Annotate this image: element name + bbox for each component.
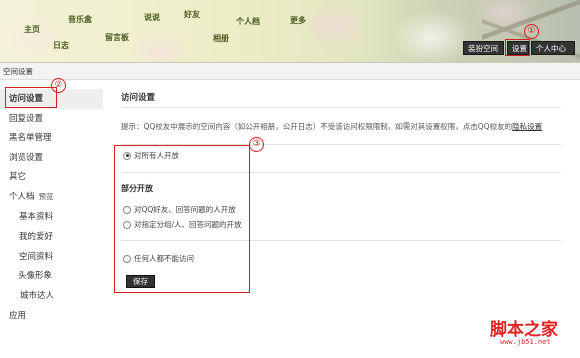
watermark-url: www.jb51.net	[500, 338, 551, 346]
nav-blog[interactable]: 日志	[53, 40, 69, 51]
annotation-box-access-settings	[5, 87, 57, 108]
sidebar-item-basic-info[interactable]: 基本资料	[0, 207, 103, 227]
sidebar-item-apps[interactable]: 应用	[0, 306, 103, 326]
nav-message-board[interactable]: 留言板	[105, 32, 129, 43]
privacy-hint-text: 提示：QQ校友中展示的空间内容（如公开相册，公开日志）不受该访问权限限制，如需对…	[121, 122, 513, 131]
profile-preview-link[interactable]: 预览	[39, 192, 54, 201]
blossom-decoration	[392, 10, 472, 62]
breadcrumb: 空间设置	[0, 63, 580, 80]
annotation-marker-1: ①	[524, 24, 539, 39]
nav-more[interactable]: 更多	[290, 15, 306, 26]
settings-sidebar: 访问设置 回复设置 黑名单管理 浏览设置 其它 个人档 预览 基本资料 我的爱好 …	[0, 81, 103, 358]
space-header-banner: 主页 日志 音乐盒 留言板 说说 好友 相册 个人档 更多 装扮空间 设置 个人…	[0, 0, 580, 63]
nav-friends[interactable]: 好友	[184, 9, 200, 20]
sidebar-item-hobbies[interactable]: 我的爱好	[0, 227, 103, 247]
nav-music[interactable]: 音乐盒	[68, 14, 92, 25]
annotation-marker-3: ③	[249, 137, 264, 152]
sidebar-item-profile[interactable]: 个人档 预览	[0, 187, 103, 207]
nav-album[interactable]: 相册	[213, 33, 229, 44]
watermark-logo: 脚本之家	[490, 320, 558, 340]
page-title: 访问设置	[121, 93, 156, 103]
privacy-hint: 提示：QQ校友中展示的空间内容（如公开相册，公开日志）不受该访问权限限制，如需对…	[121, 121, 580, 132]
sidebar-item-other[interactable]: 其它	[0, 167, 103, 187]
nav-say[interactable]: 说说	[144, 12, 160, 23]
personal-center-button[interactable]: 个人中心	[531, 41, 575, 55]
title-divider	[121, 107, 561, 108]
sidebar-item-profile-label: 个人档	[9, 192, 35, 202]
blossom-decoration	[300, 0, 370, 50]
sidebar-item-space-info[interactable]: 空间资料	[0, 247, 103, 267]
sidebar-item-browse-settings[interactable]: 浏览设置	[0, 148, 103, 168]
sidebar-item-reply-settings[interactable]: 回复设置	[0, 109, 103, 129]
privacy-settings-link[interactable]: 隐私设置	[512, 122, 542, 131]
sidebar-item-avatar[interactable]: 头像形象	[0, 266, 103, 286]
blossom-decoration	[130, 30, 190, 62]
annotation-box-settings	[505, 39, 530, 56]
nav-profile[interactable]: 个人档	[236, 16, 260, 27]
nav-home[interactable]: 主页	[24, 24, 40, 35]
annotation-marker-2: ②	[51, 78, 66, 93]
annotation-box-options	[114, 145, 250, 293]
decorate-space-button[interactable]: 装扮空间	[463, 41, 504, 55]
sidebar-item-city-expert[interactable]: 城市达人	[0, 286, 103, 306]
sidebar-item-blacklist[interactable]: 黑名单管理	[0, 128, 103, 148]
